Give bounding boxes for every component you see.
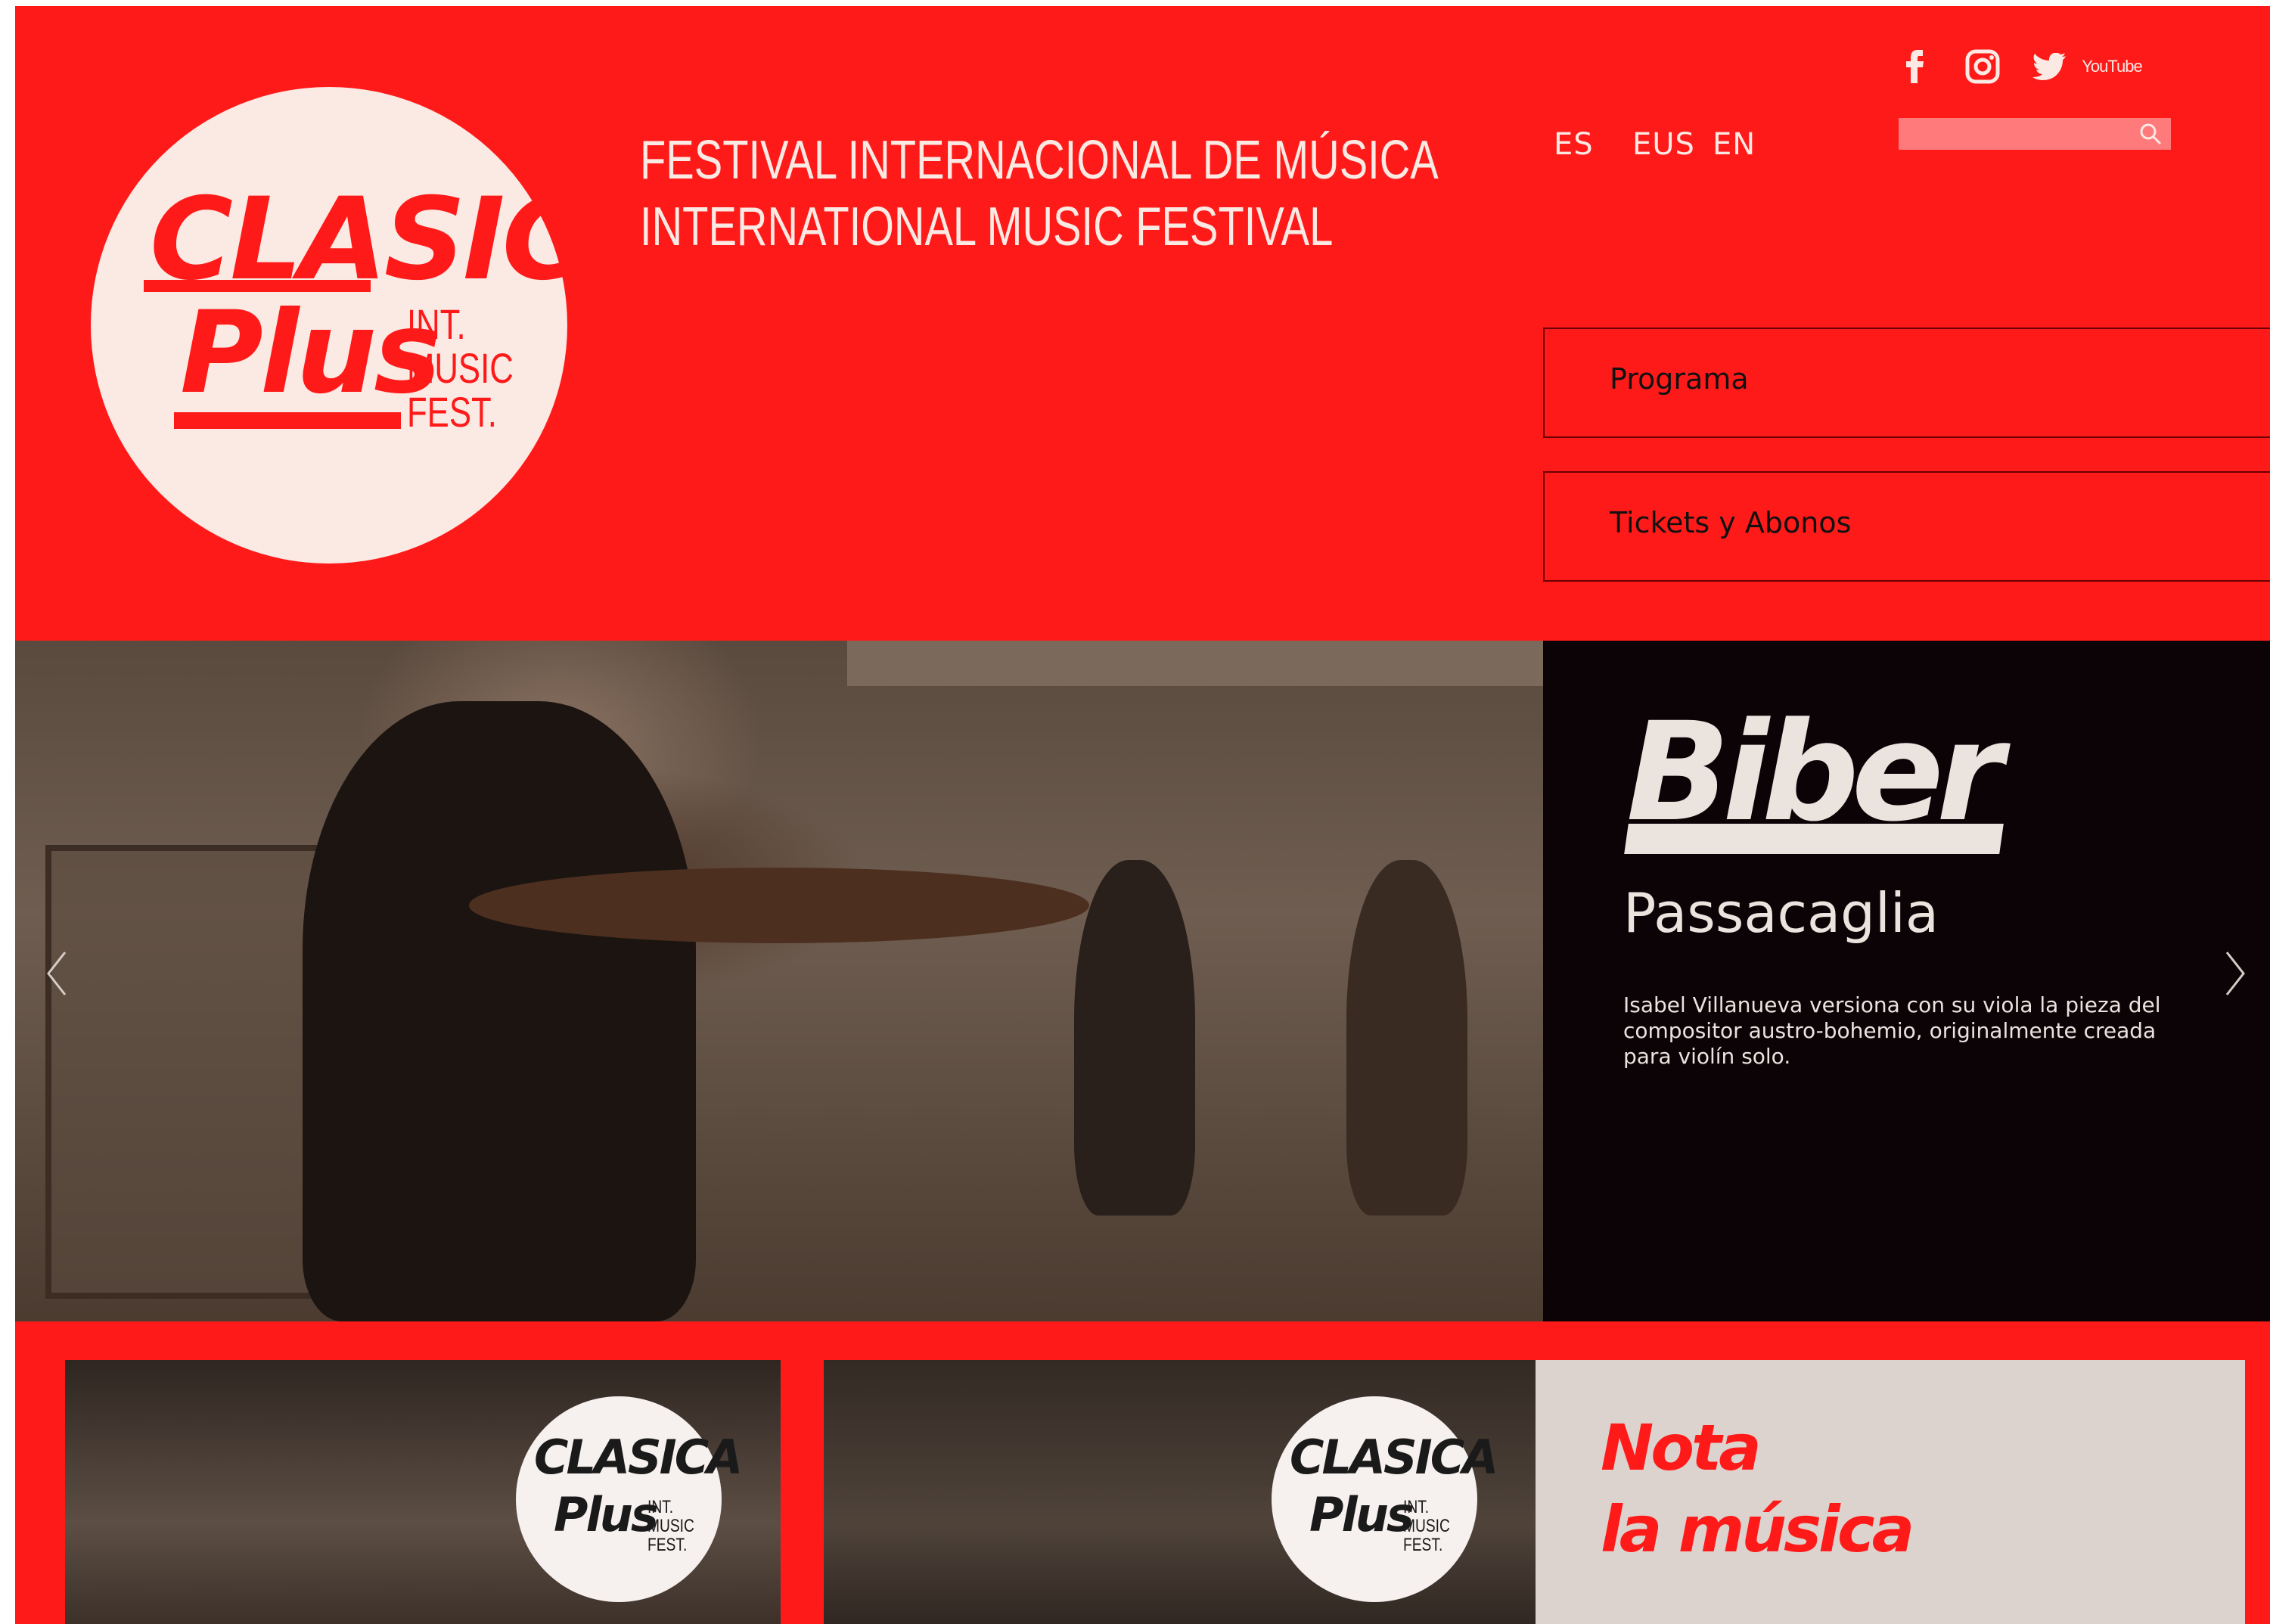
nota-title: Nota la música [1601, 1407, 1914, 1570]
hero-prev-arrow[interactable] [45, 951, 68, 1000]
logo-sub-line: MUSIC [407, 344, 514, 392]
page: CLASICA Plus INT. MUSIC FEST. FESTIVAL I… [15, 6, 2270, 1624]
badge-sub: INT. MUSIC FEST. [1403, 1497, 1450, 1555]
hero-info-panel: Biber Passacaglia Isabel Villanueva vers… [1543, 641, 2270, 1321]
nav-programa[interactable]: Programa [1543, 328, 2270, 438]
lang-en[interactable]: EN [1713, 127, 1756, 162]
photo-statue [1346, 860, 1467, 1216]
logo-subtitle: INT. MUSIC FEST. [407, 303, 514, 434]
instagram-icon[interactable] [1964, 45, 2001, 88]
hero-title-underline [1624, 824, 2004, 854]
hero-photo [15, 641, 1543, 1321]
hero-description: Isabel Villanueva versiona con su viola … [1623, 992, 2161, 1069]
youtube-label: YouTube [2082, 57, 2142, 76]
search-icon[interactable] [2139, 123, 2162, 145]
news-card[interactable]: CLASICA Plus INT. MUSIC FEST. [65, 1360, 781, 1624]
badge-sub: INT. MUSIC FEST. [647, 1497, 694, 1555]
badge-word: Plus [1309, 1487, 1414, 1542]
nota-la-musica-card[interactable]: Nota la música [1536, 1360, 2245, 1624]
logo-bar [174, 412, 401, 429]
twitter-icon[interactable] [2030, 45, 2068, 88]
photo-cornice [847, 641, 1543, 686]
photo-statue [1074, 860, 1195, 1216]
photo-viola [469, 868, 1089, 943]
card-badge-logo: CLASICA Plus INT. MUSIC FEST. [516, 1396, 743, 1602]
hero-slider: Biber Passacaglia Isabel Villanueva vers… [15, 641, 2270, 1321]
tagline-es: FESTIVAL INTERNACIONAL DE MÚSICA [640, 130, 1439, 191]
badge-word: Plus [554, 1487, 659, 1542]
nota-title-line: la música [1601, 1492, 1914, 1567]
lang-es[interactable]: ES [1554, 127, 1594, 162]
badge-word: CLASICA [1290, 1430, 1498, 1485]
chevron-right-icon [2225, 952, 2245, 995]
lang-eus[interactable]: EUS [1632, 127, 1695, 162]
hero-next-arrow[interactable] [2224, 951, 2247, 1000]
nav-tickets-label: Tickets y Abonos [1610, 506, 1852, 539]
photo-violinist [303, 701, 696, 1321]
hero-subtitle: Passacaglia [1623, 881, 1939, 945]
search-input[interactable] [1899, 118, 2171, 150]
card-badge-logo: CLASICA Plus INT. MUSIC FEST. [1272, 1396, 1498, 1602]
nota-title-line: Nota [1601, 1411, 1762, 1485]
logo-sub-line: INT. [407, 300, 466, 348]
tagline-en: INTERNATIONAL MUSIC FESTIVAL [640, 197, 1334, 257]
nav-tickets[interactable]: Tickets y Abonos [1543, 471, 2270, 582]
chevron-left-icon [47, 952, 67, 995]
news-card[interactable]: CLASICA Plus INT. MUSIC FEST. [824, 1360, 1536, 1624]
logo-sub-line: FEST. [407, 388, 497, 436]
nav-programa-label: Programa [1610, 362, 1749, 396]
youtube-icon[interactable]: YouTube [2082, 45, 2142, 88]
facebook-icon[interactable] [1900, 45, 1930, 88]
festival-logo[interactable]: CLASICA Plus INT. MUSIC FEST. [91, 87, 670, 564]
logo-word-plus: Plus [180, 287, 441, 419]
badge-word: CLASICA [534, 1430, 743, 1485]
festival-tagline: FESTIVAL INTERNACIONAL DE MÚSICA INTERNA… [640, 127, 1439, 260]
